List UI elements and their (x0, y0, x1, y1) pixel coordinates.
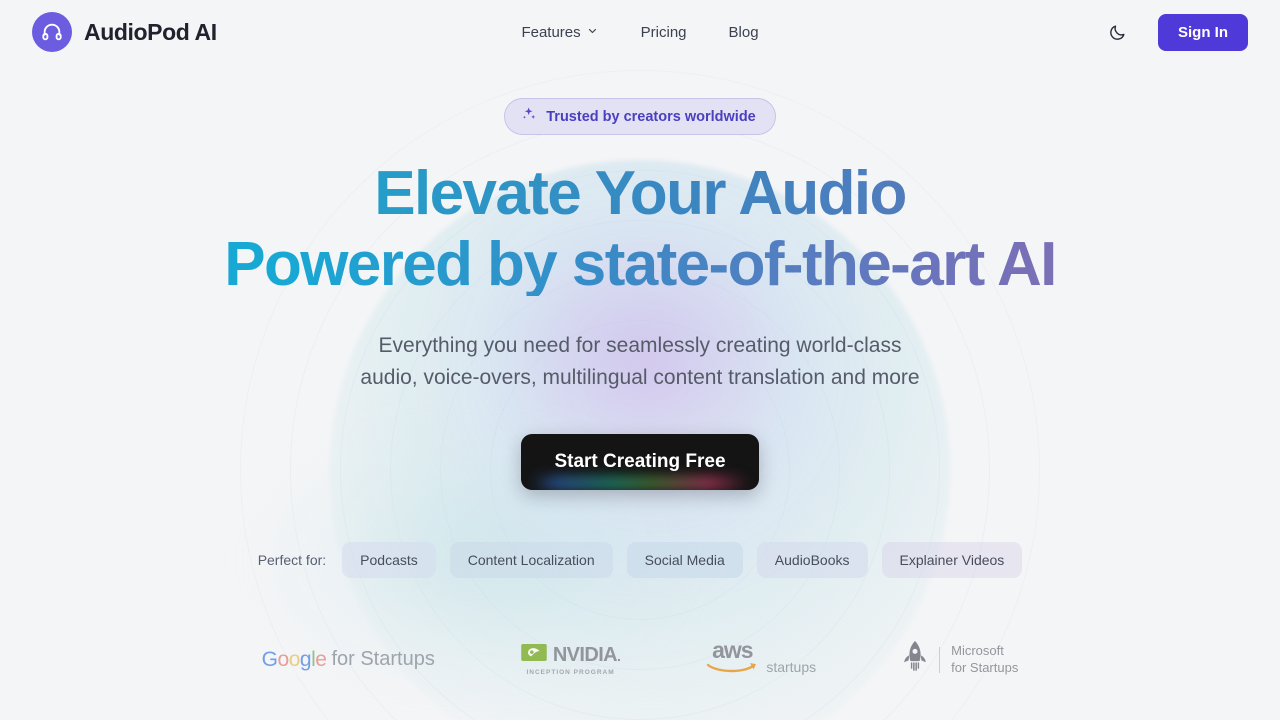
site-header: AudioPod AI Features Pricing Blog Sign I… (0, 0, 1280, 64)
moon-icon[interactable] (1104, 19, 1130, 45)
aws-smile-icon (706, 661, 758, 679)
microsoft-for-startups-text: Microsoft for Startups (951, 643, 1018, 676)
hero-subheadline-line-2: audio, voice-overs, multilingual content… (360, 365, 920, 389)
nvidia-trademark: . (617, 647, 621, 664)
partner-microsoft-for-startups: Microsoft for Startups (902, 640, 1018, 679)
header-actions: Sign In (1104, 13, 1248, 51)
sign-in-button[interactable]: Sign In (1158, 13, 1248, 51)
chip-explainer-videos[interactable]: Explainer Videos (881, 541, 1023, 578)
partner-google-for-startups: Google for Startups (262, 648, 435, 672)
partner-aws-startups: aws startups (706, 637, 817, 679)
nav-item-blog-label: Blog (728, 23, 759, 41)
chip-social-media[interactable]: Social Media (626, 541, 743, 578)
trusted-badge[interactable]: Trusted by creators worldwide (504, 98, 776, 135)
hero-subheadline-line-1: Everything you need for seamlessly creat… (378, 334, 902, 357)
nvidia-wordmark: NVIDIA. (552, 643, 621, 667)
partner-nvidia-inception: NVIDIA. INCEPTION PROGRAM (521, 643, 621, 676)
chip-podcasts[interactable]: Podcasts (342, 541, 436, 578)
nav-item-blog[interactable]: Blog (729, 24, 759, 41)
usecase-chips: Perfect for: Podcasts Content Localizati… (0, 541, 1280, 578)
microsoft-line-1: Microsoft (951, 643, 1004, 659)
hero-subheadline: Everything you need for seamlessly creat… (0, 330, 1280, 394)
rocket-icon (902, 640, 928, 679)
microsoft-line-2: for Startups (951, 659, 1019, 675)
nvidia-subtitle: INCEPTION PROGRAM (526, 668, 615, 676)
nav-item-pricing[interactable]: Pricing (641, 24, 687, 41)
trusted-badge-label: Trusted by creators worldwide (546, 108, 756, 125)
headline-line-1: Elevate Your Audio (0, 163, 1280, 225)
sparkles-icon (521, 106, 537, 127)
cta-label: Start Creating Free (554, 450, 726, 472)
nvidia-eye-icon (521, 644, 547, 666)
start-creating-free-button[interactable]: Start Creating Free (521, 433, 759, 490)
nav-item-pricing-label: Pricing (640, 23, 687, 41)
nav-item-features-label: Features (521, 23, 581, 41)
chip-content-localization[interactable]: Content Localization (449, 541, 613, 578)
cta-container: Start Creating Free (0, 433, 1280, 490)
chip-audiobooks[interactable]: AudioBooks (756, 541, 868, 578)
hero-section: Trusted by creators worldwide Elevate Yo… (0, 64, 1280, 578)
google-for-startups-suffix: for Startups (331, 648, 435, 670)
page-title: Elevate Your Audio Powered by state-of-t… (0, 163, 1280, 296)
chevron-down-icon (587, 24, 599, 41)
aws-wordmark: aws (712, 637, 753, 664)
aws-startups-suffix: startups (766, 658, 817, 675)
google-logo: Google (261, 647, 327, 671)
headphones-icon (32, 12, 72, 52)
partner-logos: Google for Startups NVIDIA. INCEPTION PR… (0, 637, 1280, 679)
nav-item-features[interactable]: Features (521, 24, 598, 41)
usecase-label: Perfect for: (257, 551, 327, 568)
brand-logo[interactable]: AudioPod AI (32, 12, 217, 52)
nvidia-word-text: NVIDIA (552, 643, 618, 666)
headline-line-2: Powered by state-of-the-art AI (0, 234, 1280, 296)
primary-nav: Features Pricing Blog (521, 24, 758, 41)
brand-name: AudioPod AI (84, 18, 217, 45)
divider (939, 646, 941, 673)
